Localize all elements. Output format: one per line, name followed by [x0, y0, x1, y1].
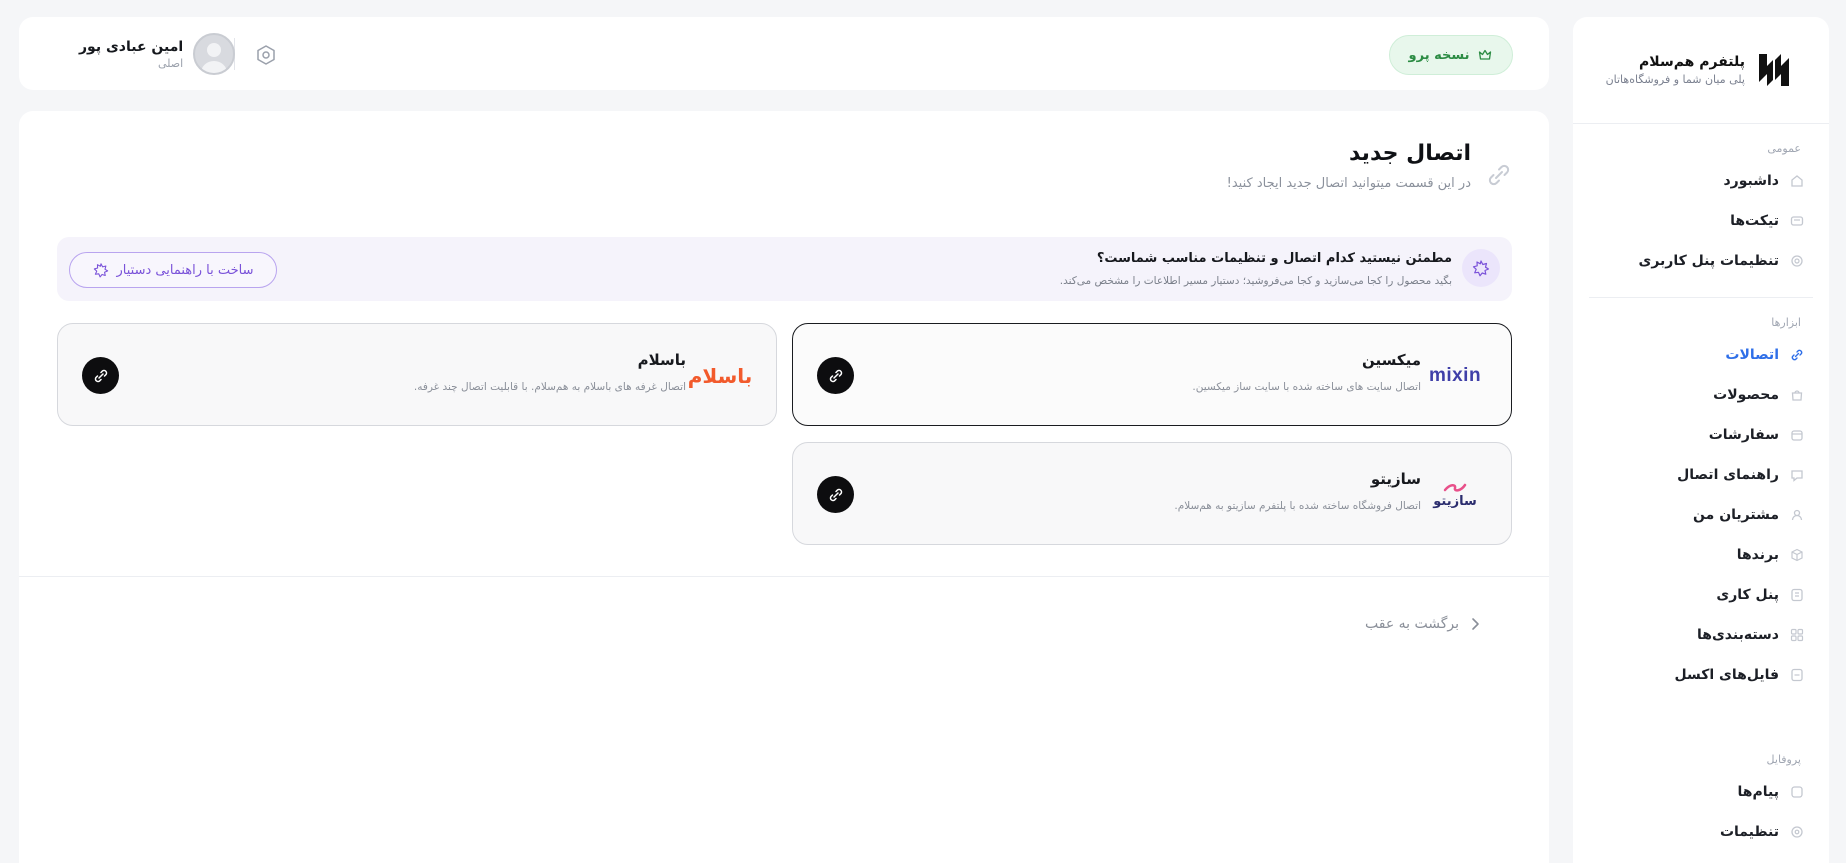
back-label: برگشت به عقب [1364, 616, 1459, 632]
section-title-general: عمومی [1767, 142, 1801, 155]
connect-button[interactable] [817, 476, 854, 513]
sidebar-item-label: اتصالات [1725, 347, 1779, 363]
connection-description: اتصال فروشگاه ساخته شده با پلتفرم سازیتو… [1174, 500, 1421, 512]
user-profile[interactable]: امین عبادی پور اصلی [79, 33, 236, 75]
hint-description: بگید محصول را کجا می‌سازید و کجا می‌فروش… [1059, 275, 1452, 287]
connection-description: اتصال غرفه های باسلام به هم‌سلام. با قاب… [413, 381, 686, 393]
link-icon [829, 369, 842, 382]
sidebar-item-connections[interactable]: اتصالات [1573, 335, 1829, 375]
sidebar-item-work-panel[interactable]: پنل کاری [1573, 575, 1829, 615]
sidebar-item-label: تیکت‌ها [1730, 213, 1779, 229]
sidebar-item-label: برندها [1736, 547, 1779, 563]
sparkle-icon [93, 263, 108, 278]
user-name: امین عبادی پور [79, 38, 184, 55]
sidebar-item-label: پیام‌ها [1737, 784, 1779, 800]
connect-button[interactable] [82, 357, 119, 394]
help-icon [1789, 467, 1805, 483]
brand[interactable]: پلتفرم هم‌سلام پلی میان شما و فروشگاه‌ها… [1573, 17, 1829, 124]
sidebar-item-messages[interactable]: پیام‌ها [1573, 772, 1829, 812]
link-icon [1789, 347, 1805, 363]
page-header: اتصال جدید در این قسمت میتوانید اتصال جد… [1227, 141, 1513, 191]
section-divider [19, 576, 1549, 577]
connection-card-mixin[interactable]: mixin میکسین اتصال سایت های ساخته شده با… [792, 323, 1512, 426]
panel-icon [1789, 587, 1805, 603]
settings-icon [1789, 824, 1805, 840]
sidebar-item-customers[interactable]: مشتریان من [1573, 495, 1829, 535]
sidebar-item-label: تنظیمات پنل کاربری [1638, 253, 1779, 269]
connection-card-sazito[interactable]: سازیتو سازیتو اتصال فروشگاه ساخته شده با… [792, 442, 1512, 545]
sidebar-item-orders[interactable]: سفارشات [1573, 415, 1829, 455]
basalam-logo: باسلام [688, 356, 753, 396]
basalam-logo-text: باسلام [687, 364, 753, 388]
message-icon [1789, 784, 1805, 800]
sidebar-item-label: مشتریان من [1693, 507, 1779, 523]
sazito-swoosh-icon [1443, 483, 1467, 492]
sparkle-badge-icon [1462, 249, 1500, 287]
cart-icon [1789, 427, 1805, 443]
hint-title: مطمئن نیستید کدام اتصال و تنظیمات مناسب … [1096, 251, 1452, 266]
pro-version-button[interactable]: نسخه پرو [1389, 35, 1513, 75]
sidebar-item-label: داشبورد [1723, 173, 1780, 189]
top-bar: نسخه پرو امین عبادی پور اصلی [19, 17, 1549, 90]
section-title-tools: ابزارها [1771, 316, 1801, 329]
connect-button[interactable] [817, 357, 854, 394]
connection-title: میکسین [1361, 351, 1421, 369]
sidebar-item-products[interactable]: محصولات [1573, 375, 1829, 415]
sidebar-item-settings[interactable]: تنظیمات [1573, 812, 1829, 852]
sidebar-item-panel-settings[interactable]: تنظیمات پنل کاربری [1573, 241, 1829, 281]
brand-subtitle: پلی میان شما و فروشگاه‌هاتان [1605, 73, 1745, 86]
sazito-logo-text: سازیتو [1433, 493, 1477, 509]
section-title-profile: پروفایل [1766, 753, 1801, 766]
sidebar-item-label: سفارشات [1708, 427, 1779, 443]
sidebar: پلتفرم هم‌سلام پلی میان شما و فروشگاه‌ها… [1573, 17, 1829, 863]
link-icon [829, 488, 842, 501]
assistant-button-label: ساخت با راهنمایی دستیار [116, 262, 254, 278]
assistant-guided-setup-button[interactable]: ساخت با راهنمایی دستیار [69, 252, 277, 288]
sidebar-item-brands[interactable]: برندها [1573, 535, 1829, 575]
sidebar-item-label: تنظیمات [1719, 824, 1779, 840]
connection-title: باسلام [637, 351, 686, 369]
gear-icon [1789, 253, 1805, 269]
ticket-icon [1789, 213, 1805, 229]
main-content: اتصال جدید در این قسمت میتوانید اتصال جد… [19, 111, 1549, 863]
settings-hexagon-icon[interactable] [255, 44, 277, 66]
sidebar-item-tickets[interactable]: تیکت‌ها [1573, 201, 1829, 241]
sidebar-item-label: محصولات [1713, 387, 1779, 403]
page-subtitle: در این قسمت میتوانید اتصال جدید ایجاد کن… [1226, 176, 1471, 191]
mixin-logo-text: mixin [1428, 365, 1482, 386]
sidebar-item-categories[interactable]: دسته‌بندی‌ها [1573, 615, 1829, 655]
pro-version-label: نسخه پرو [1408, 47, 1470, 63]
user-icon [1789, 507, 1805, 523]
home-icon [1789, 173, 1805, 189]
sidebar-item-label: فایل‌های اکسل [1674, 667, 1779, 683]
link-icon [1488, 164, 1510, 186]
grid-icon [1789, 627, 1805, 643]
brand-logo-icon [1759, 54, 1789, 86]
chevron-right-icon [1472, 618, 1479, 630]
connection-title: سازیتو [1370, 470, 1421, 488]
sidebar-item-dashboard[interactable]: داشبورد [1573, 161, 1829, 201]
sazito-logo: سازیتو [1427, 475, 1483, 515]
connection-card-basalam[interactable]: باسلام باسلام اتصال غرفه های باسلام به ه… [57, 323, 777, 426]
bag-icon [1789, 387, 1805, 403]
back-button[interactable]: برگشت به عقب [1365, 616, 1481, 632]
sidebar-item-excel-files[interactable]: فایل‌های اکسل [1573, 655, 1829, 695]
assistant-hint-banner: مطمئن نیستید کدام اتصال و تنظیمات مناسب … [57, 237, 1512, 301]
user-role: اصلی [157, 56, 184, 70]
sidebar-item-label: پنل کاری [1716, 587, 1779, 603]
sidebar-item-connection-guide[interactable]: راهنمای اتصال [1573, 455, 1829, 495]
sidebar-item-label: دسته‌بندی‌ها [1696, 627, 1779, 643]
avatar[interactable] [193, 33, 236, 75]
file-icon [1789, 667, 1805, 683]
sidebar-item-label: راهنمای اتصال [1677, 467, 1779, 483]
avatar-placeholder-icon [201, 43, 228, 73]
link-icon [94, 369, 107, 382]
brand-title: پلتفرم هم‌سلام [1639, 54, 1745, 70]
sidebar-divider [1589, 297, 1813, 298]
crown-icon [1479, 49, 1492, 60]
page-title: اتصال جدید [1348, 141, 1471, 166]
mixin-logo: mixin [1427, 356, 1483, 396]
box-icon [1789, 547, 1805, 563]
connection-description: اتصال سایت های ساخته شده با سایت ساز میک… [1192, 381, 1421, 393]
